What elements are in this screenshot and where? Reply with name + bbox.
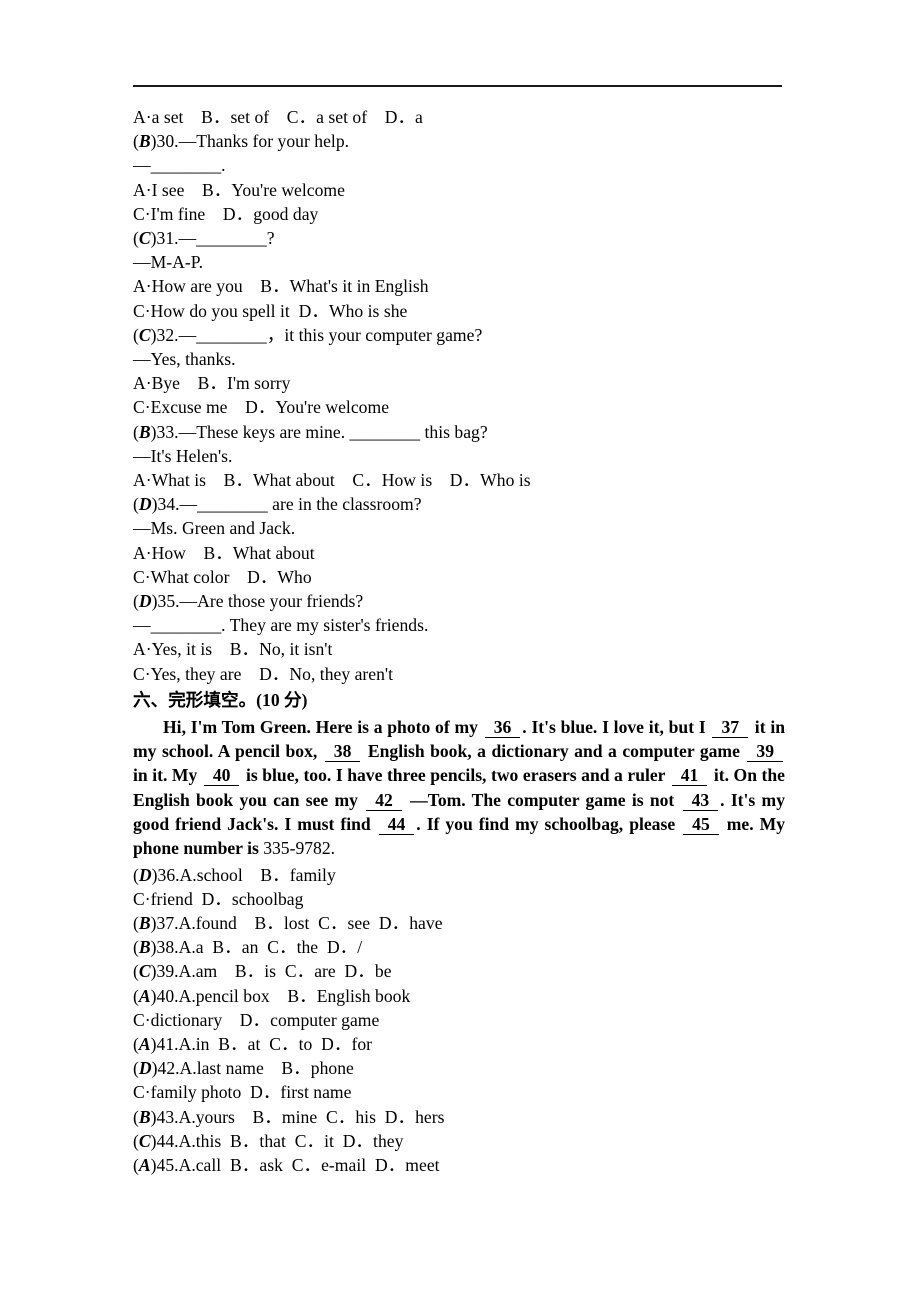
cloze-text-0: Hi, I'm Tom Green. Here is a photo of my bbox=[163, 716, 483, 737]
top-options-line: A·a set B．set of C．a set of D．a bbox=[133, 107, 423, 127]
answer-key-39: (C bbox=[133, 961, 151, 982]
cloze-option-36-b: C·friend D．schoolbag bbox=[133, 888, 304, 909]
question-stem-35: (D)35.—Are those your friends? bbox=[133, 591, 364, 612]
question-options-30-b: C·I'm fine D．good day bbox=[133, 203, 319, 224]
question-options-35-a: A·Yes, it is B．No, it isn't bbox=[133, 639, 333, 660]
cloze-blank-39[interactable]: 39 bbox=[747, 741, 783, 763]
answer-key-42: (D bbox=[133, 1058, 152, 1079]
cloze-blank-36[interactable]: 36 bbox=[484, 716, 521, 738]
question-reply-35: —________. They are my sister's friends. bbox=[133, 615, 429, 636]
question-reply-30: —________. bbox=[133, 155, 226, 176]
question-stem-34: (D)34.—________ are in the classroom? bbox=[133, 494, 422, 515]
cloze-phone-number: 335-9782. bbox=[263, 838, 336, 859]
cloze-text-14: —Tom. The computer game is not bbox=[403, 789, 681, 810]
exam-page: A·a set B．set of C．a set of D．a (B)30.—T… bbox=[0, 0, 920, 1302]
cloze-answer-options: (D)36.A.school B．family C·friend D．schoo… bbox=[133, 863, 785, 1178]
answer-key-34: (D bbox=[133, 494, 152, 515]
page-content: A·a set B．set of C．a set of D．a (B)30.—T… bbox=[133, 105, 785, 1177]
answer-key-36: (D bbox=[133, 864, 152, 885]
cloze-text-6: English book, a dictionary and a compute… bbox=[362, 741, 746, 762]
cloze-blank-40[interactable]: 40 bbox=[203, 765, 240, 787]
cloze-option-40-b: C·dictionary D．computer game bbox=[133, 1009, 380, 1030]
question-options-31-a: A·How are you B．What's it in English bbox=[133, 276, 429, 297]
answer-key-32: (C bbox=[133, 324, 151, 345]
cloze-option-40-a: (A)40.A.pencil box B．English book bbox=[133, 985, 411, 1006]
cloze-text-18: . If you find my schoolbag, please bbox=[416, 814, 682, 835]
answer-key-37: (B bbox=[133, 913, 151, 934]
question-options-34-b: C·What color D．Who bbox=[133, 566, 312, 587]
question-options-30-a: A·I see B．You're welcome bbox=[133, 179, 345, 200]
multiple-choice-questions: (B)30.—Thanks for your help. —________. … bbox=[133, 129, 785, 686]
question-stem-30: (B)30.—Thanks for your help. bbox=[133, 131, 350, 152]
cloze-blank-42[interactable]: 42 bbox=[366, 789, 402, 811]
header-divider-rule bbox=[133, 85, 782, 87]
question-stem-31: (C)31.—________? bbox=[133, 228, 275, 249]
cloze-option-39-a: (C)39.A.am B．is C．are D．be bbox=[133, 961, 392, 982]
question-options-35-b: C·Yes, they are D．No, they aren't bbox=[133, 663, 394, 684]
question-stem-32: (C)32.—________，it this your computer ga… bbox=[133, 324, 483, 345]
question-options-34-a: A·How B．What about bbox=[133, 542, 315, 563]
cloze-heading-title: 六、完形填空。 bbox=[133, 690, 257, 711]
question-options-32-a: A·Bye B．I'm sorry bbox=[133, 373, 291, 394]
cloze-passage: Hi, I'm Tom Green. Here is a photo of my… bbox=[133, 715, 785, 861]
cloze-option-37-a: (B)37.A.found B．lost C．see D．have bbox=[133, 913, 443, 934]
cloze-blank-44[interactable]: 44 bbox=[378, 814, 415, 836]
cloze-option-43-a: (B)43.A.yours B．mine C．his D．hers bbox=[133, 1106, 445, 1127]
question-reply-33: —It's Helen's. bbox=[133, 445, 233, 466]
question-stem-33: (B)33.—These keys are mine. ________ thi… bbox=[133, 421, 488, 442]
cloze-option-45-a: (A)45.A.call B．ask C．e-mail D．meet bbox=[133, 1155, 440, 1176]
cloze-option-41-a: (A)41.A.in B．at C．to D．for bbox=[133, 1034, 373, 1055]
cloze-text-10: is blue, too. I have three pencils, two … bbox=[241, 765, 670, 786]
cloze-section-heading: 六、完形填空。(10 分) bbox=[133, 688, 785, 714]
cloze-option-36-a: (D)36.A.school B．family bbox=[133, 864, 336, 885]
answer-key-33: (B bbox=[133, 421, 151, 442]
cloze-blank-38[interactable]: 38 bbox=[324, 741, 361, 763]
question-reply-31: —M-A-P. bbox=[133, 252, 204, 273]
cloze-blank-45[interactable]: 45 bbox=[683, 814, 719, 836]
answer-key-40: (A bbox=[133, 985, 151, 1006]
cloze-blank-41[interactable]: 41 bbox=[671, 765, 708, 787]
cloze-heading-score: (10 分) bbox=[256, 689, 308, 710]
cloze-option-42-a: (D)42.A.last name B．phone bbox=[133, 1058, 354, 1079]
answer-key-41: (A bbox=[133, 1034, 151, 1055]
question-options-32-b: C·Excuse me D．You're welcome bbox=[133, 397, 390, 418]
answer-key-38: (B bbox=[133, 937, 151, 958]
answer-key-31: (C bbox=[133, 228, 151, 249]
answer-key-45: (A bbox=[133, 1155, 151, 1176]
cloze-blank-43[interactable]: 43 bbox=[682, 789, 719, 811]
cloze-text-8: in it. My bbox=[133, 765, 202, 786]
cloze-option-38-a: (B)38.A.a B．an C．the D．/ bbox=[133, 937, 363, 958]
cloze-option-42-b: C·family photo D．first name bbox=[133, 1082, 352, 1103]
question-reply-34: —Ms. Green and Jack. bbox=[133, 518, 296, 539]
answer-key-30: (B bbox=[133, 131, 151, 152]
cloze-text-2: . It's blue. I love it, but I bbox=[522, 716, 711, 737]
question-options-33-a: A·What is B．What about C．How is D．Who is bbox=[133, 470, 531, 491]
cloze-option-44-a: (C)44.A.this B．that C．it D．they bbox=[133, 1130, 404, 1151]
question-options-31-b: C·How do you spell it D．Who is she bbox=[133, 300, 408, 321]
answer-key-43: (B bbox=[133, 1106, 151, 1127]
answer-key-44: (C bbox=[133, 1130, 151, 1151]
answer-key-35: (D bbox=[133, 591, 152, 612]
question-reply-32: —Yes, thanks. bbox=[133, 349, 236, 370]
cloze-blank-37[interactable]: 37 bbox=[712, 716, 749, 738]
